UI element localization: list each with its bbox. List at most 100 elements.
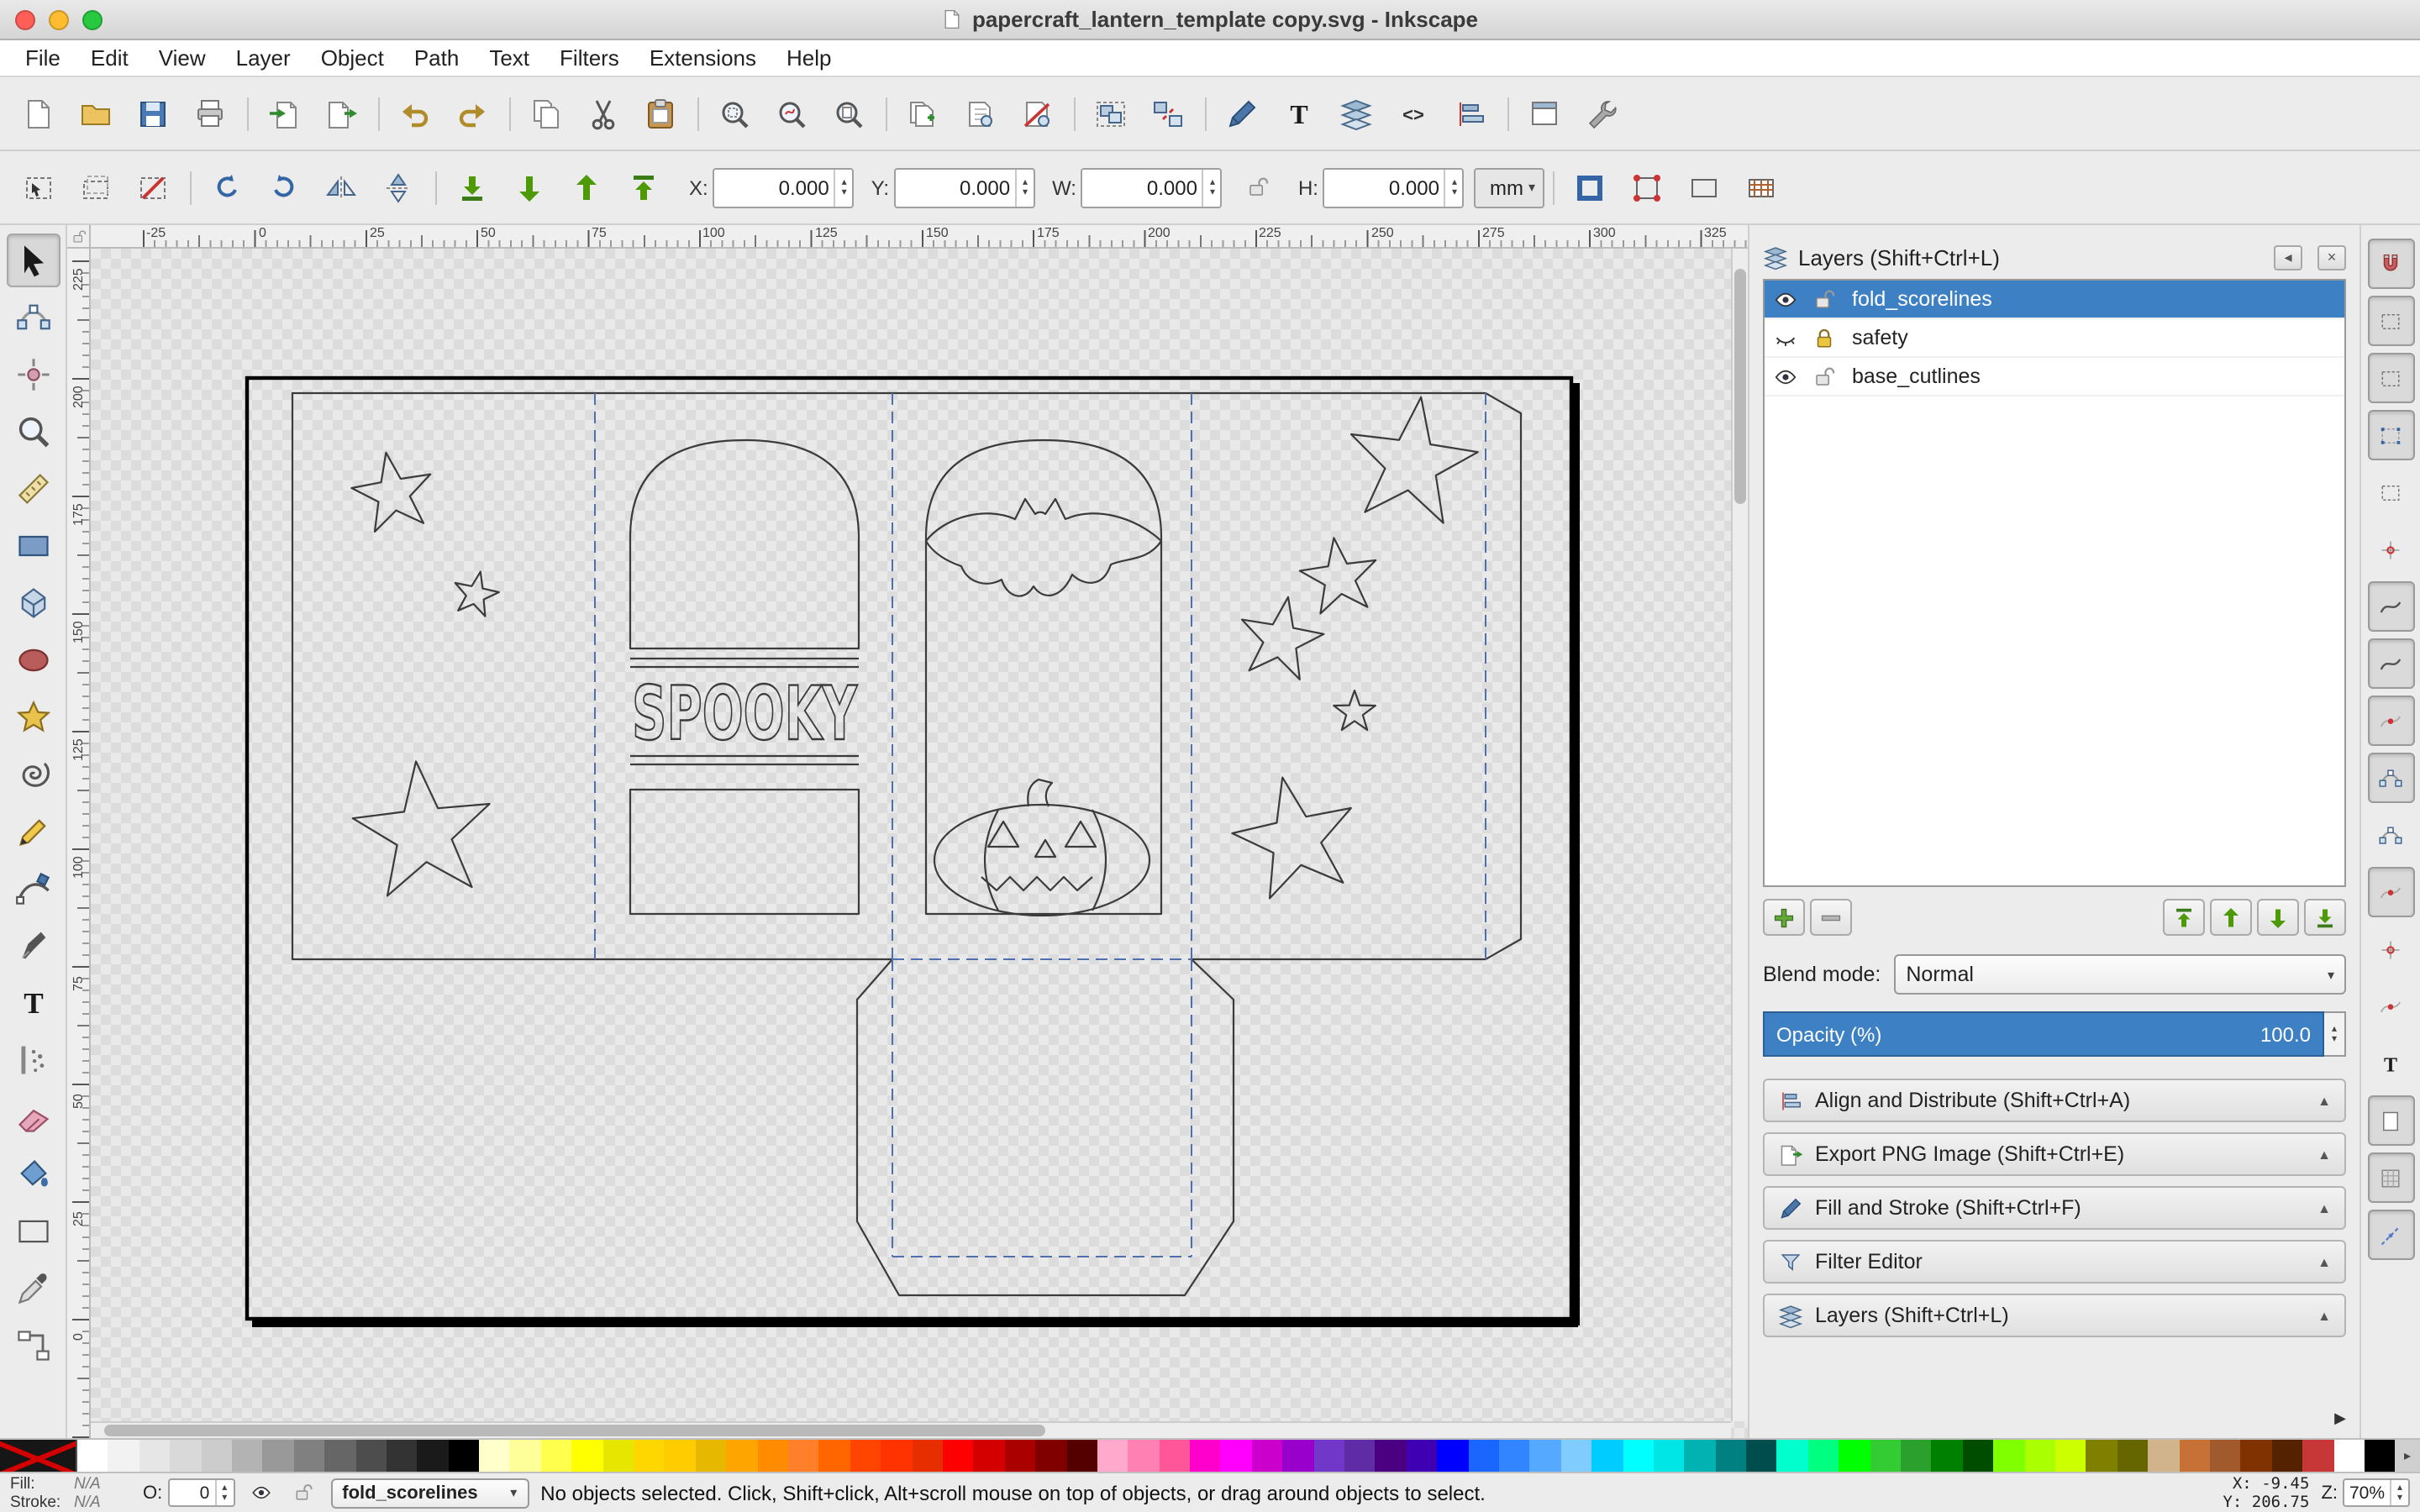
palette-swatch[interactable] (850, 1440, 881, 1472)
icon-preview-button[interactable] (1507, 87, 1571, 140)
palette-swatch[interactable] (509, 1440, 541, 1472)
spiral-tool[interactable] (6, 748, 60, 801)
snap-rotation-centers-toggle[interactable] (2367, 981, 2414, 1032)
layer-raise-button[interactable] (2210, 899, 2252, 936)
layer-lock-toggle[interactable] (1807, 325, 1842, 350)
star-cutout[interactable] (1240, 596, 1325, 680)
palette-swatch[interactable] (1437, 1440, 1469, 1472)
opacity-slider[interactable]: Opacity (%) 100.0 (1763, 1011, 2324, 1057)
palette-swatch[interactable] (1282, 1440, 1314, 1472)
palette-swatch[interactable] (2364, 1440, 2396, 1472)
palette-swatch[interactable] (818, 1440, 850, 1472)
unlink-clone-button[interactable] (1010, 87, 1064, 140)
palette-swatch[interactable] (417, 1440, 449, 1472)
remove-layer-button[interactable] (1810, 899, 1852, 936)
guide-lock-icon[interactable] (70, 228, 87, 244)
palette-swatch[interactable] (231, 1440, 263, 1472)
palette-swatch[interactable] (726, 1440, 758, 1472)
palette-swatch[interactable] (1560, 1440, 1592, 1472)
layer-visibility-toggle[interactable] (1768, 364, 1803, 389)
object-opacity-input[interactable]: 0 ▴ ▾ (167, 1478, 235, 1507)
palette-swatch[interactable] (881, 1440, 913, 1472)
tweak-tool[interactable] (6, 348, 60, 402)
palette-swatch[interactable] (201, 1440, 232, 1472)
palette-swatch[interactable] (1962, 1440, 1994, 1472)
text-menu[interactable]: Text (474, 42, 544, 74)
palette-swatch[interactable] (602, 1440, 634, 1472)
xml-editor-button[interactable] (1386, 87, 1440, 140)
stroke-value[interactable]: N/A (74, 1493, 101, 1511)
palette-swatch[interactable] (942, 1440, 974, 1472)
collapse-arrow-icon[interactable]: ▲ (2317, 1093, 2331, 1108)
layer-visibility-toggle[interactable] (1768, 286, 1803, 312)
palette-swatch[interactable] (1870, 1440, 1902, 1472)
star-cutout[interactable] (1231, 776, 1352, 900)
zoom-input[interactable]: 70% ▴ ▾ (2343, 1478, 2410, 1507)
dropper-tool[interactable] (6, 1262, 60, 1315)
zoom-window-button[interactable] (82, 9, 103, 29)
lantern-template-drawing[interactable]: SPOOKY (91, 249, 1748, 1438)
raise-to-top-button[interactable] (617, 160, 671, 214)
open-document-button[interactable] (69, 87, 123, 140)
flip-horizontal-button[interactable] (314, 160, 368, 214)
palette-swatch[interactable] (2302, 1440, 2334, 1472)
palette-swatch[interactable] (1591, 1440, 1623, 1472)
palette-swatch[interactable] (262, 1440, 294, 1472)
palette-swatch[interactable] (571, 1440, 603, 1472)
move-gradients-toggle[interactable] (1676, 160, 1730, 214)
star-cutout[interactable] (1333, 689, 1376, 732)
redo-button[interactable] (445, 87, 499, 140)
palette-swatch[interactable] (1529, 1440, 1561, 1472)
palette-swatch[interactable] (1313, 1440, 1345, 1472)
palette-swatch[interactable] (1839, 1440, 1870, 1472)
snap-smooth-nodes-toggle[interactable] (2367, 810, 2414, 860)
layer-visibility-toggle[interactable] (1768, 325, 1803, 350)
canvas-vertical-scrollbar[interactable] (1731, 249, 1748, 1421)
blend-mode-dropdown[interactable]: Normal ▾ (1894, 954, 2346, 995)
scrollbar-thumb[interactable] (104, 1425, 1045, 1436)
lock-ratio-toggle[interactable] (1236, 165, 1280, 209)
select-all-layers-button[interactable] (69, 160, 123, 214)
rotate-ccw-button[interactable] (190, 160, 254, 214)
snap-bbox-edges-toggle[interactable] (2367, 353, 2414, 403)
snap-text-baselines-toggle[interactable] (2367, 1038, 2414, 1089)
palette-swatch[interactable] (324, 1440, 356, 1472)
palette-swatch[interactable] (2024, 1440, 2055, 1472)
palette-swatch[interactable] (1746, 1440, 1777, 1472)
palette-swatch[interactable] (787, 1440, 819, 1472)
group-button[interactable] (1074, 87, 1138, 140)
layer-lock-toggle[interactable] (1807, 286, 1842, 312)
close-window-button[interactable] (15, 9, 35, 29)
extensions-menu[interactable]: Extensions (634, 42, 771, 74)
palette-swatch[interactable] (695, 1440, 727, 1472)
statusbar-layer-visibility-toggle[interactable] (246, 1478, 276, 1508)
palette-swatch[interactable] (1776, 1440, 1808, 1472)
new-document-button[interactable] (12, 87, 66, 140)
snap-paths-toggle[interactable] (2367, 638, 2414, 689)
minimize-window-button[interactable] (49, 9, 69, 29)
snap-bbox-centers-toggle[interactable] (2367, 524, 2414, 575)
palette-swatch[interactable] (1375, 1440, 1407, 1472)
palette-swatch[interactable] (1251, 1440, 1283, 1472)
layers-panel-header[interactable]: Layers (Shift+Ctrl+L) ▲ (1763, 1294, 2346, 1337)
palette-swatch[interactable] (479, 1440, 510, 1472)
snap-bbox-corners-toggle[interactable] (2367, 410, 2414, 460)
palette-swatch[interactable] (77, 1440, 108, 1472)
palette-swatch[interactable] (2117, 1440, 2149, 1472)
pencil-tool[interactable] (6, 805, 60, 858)
drawing-canvas[interactable]: SPOOKY (91, 249, 1748, 1438)
object-menu[interactable]: Object (306, 42, 399, 74)
star-cutout[interactable] (1349, 396, 1479, 524)
no-color-swatch[interactable] (0, 1440, 77, 1472)
layer-row[interactable]: safety (1765, 319, 2344, 358)
zoom-to-selection-button[interactable] (697, 87, 761, 140)
paste-button[interactable] (634, 87, 687, 140)
palette-swatch[interactable] (1159, 1440, 1191, 1472)
lower-to-bottom-button[interactable] (435, 160, 499, 214)
node-editor-tool[interactable] (6, 291, 60, 344)
current-layer-dropdown[interactable]: fold_scorelines ▾ (330, 1478, 529, 1508)
star-cutout[interactable] (351, 760, 491, 897)
snap-bounding-box-toggle[interactable] (2367, 296, 2414, 346)
palette-swatch[interactable] (293, 1440, 325, 1472)
eraser-tool[interactable] (6, 1090, 60, 1144)
